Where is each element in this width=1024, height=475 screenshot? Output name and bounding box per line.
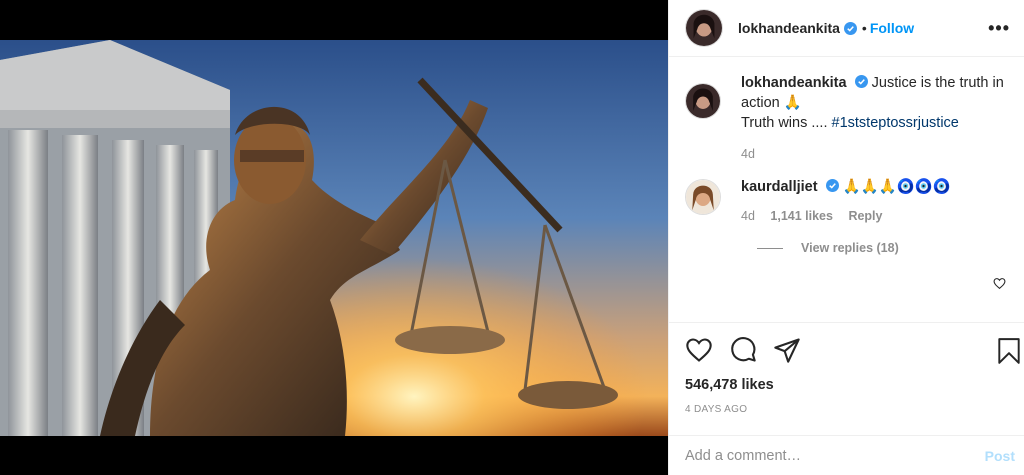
comment-text: kaurdalljiet 🙏🙏🙏🧿🧿🧿: [741, 177, 951, 197]
like-heart-icon[interactable]: [685, 336, 713, 364]
comment-likes[interactable]: 1,141 likes: [770, 209, 833, 223]
caption-username[interactable]: lokhandeankita: [741, 75, 847, 91]
post-details-panel: lokhandeankita • Follow ••• lokhandeanki…: [668, 0, 1024, 475]
caption: lokhandeankita Justice is the truth in a…: [685, 73, 1008, 161]
view-replies-button[interactable]: View replies (18): [757, 241, 1008, 255]
share-paper-plane-icon[interactable]: [773, 336, 801, 364]
comments-section: lokhandeankita Justice is the truth in a…: [669, 57, 1024, 322]
comment-input[interactable]: [685, 447, 985, 464]
verified-badge-icon: [825, 179, 839, 192]
post-actions: 546,478 likes 4 DAYS AGO: [669, 322, 1024, 432]
save-bookmark-icon[interactable]: [996, 337, 1022, 365]
comment-meta: 4d 1,141 likes Reply: [741, 209, 951, 223]
commenter-username[interactable]: kaurdalljiet: [741, 179, 818, 195]
commenter-avatar[interactable]: [685, 179, 721, 215]
comment: kaurdalljiet 🙏🙏🙏🧿🧿🧿 4d 1,141 likes Reply: [685, 175, 1008, 223]
post-date[interactable]: 4 DAYS AGO: [685, 404, 1008, 415]
caption-hashtag[interactable]: #1ststeptossrjustice: [832, 115, 959, 131]
caption-avatar[interactable]: [685, 83, 721, 119]
post-header: lokhandeankita • Follow •••: [669, 0, 1024, 57]
view-replies-label: View replies (18): [801, 241, 899, 255]
post-comment-button[interactable]: Post: [985, 448, 1015, 464]
comment-body: 🙏🙏🙏🧿🧿🧿: [842, 179, 951, 195]
post-media: [0, 0, 668, 475]
post-photo[interactable]: [0, 40, 668, 436]
caption-line-2: Truth wins ....: [741, 115, 832, 131]
separator-dot: •: [861, 20, 867, 36]
caption-text: lokhandeankita Justice is the truth in a…: [741, 73, 1008, 133]
verified-badge-icon: [854, 75, 868, 88]
more-options-icon[interactable]: •••: [988, 18, 1010, 39]
verified-badge-icon: [843, 21, 857, 35]
author-avatar[interactable]: [685, 9, 723, 47]
comment-bubble-icon[interactable]: [729, 336, 757, 364]
lady-justice-photo: [0, 40, 668, 436]
reply-button[interactable]: Reply: [848, 209, 882, 223]
caption-time[interactable]: 4d: [741, 147, 1008, 161]
comment-time[interactable]: 4d: [741, 209, 755, 223]
comment-like-heart-icon[interactable]: [993, 277, 1006, 290]
follow-button[interactable]: Follow: [870, 20, 914, 36]
action-icons: [685, 335, 1020, 365]
author-username[interactable]: lokhandeankita: [738, 20, 840, 36]
view-replies-line: [757, 247, 783, 249]
add-comment-bar: Post: [669, 435, 1024, 475]
likes-count[interactable]: 546,478 likes: [685, 377, 1008, 393]
